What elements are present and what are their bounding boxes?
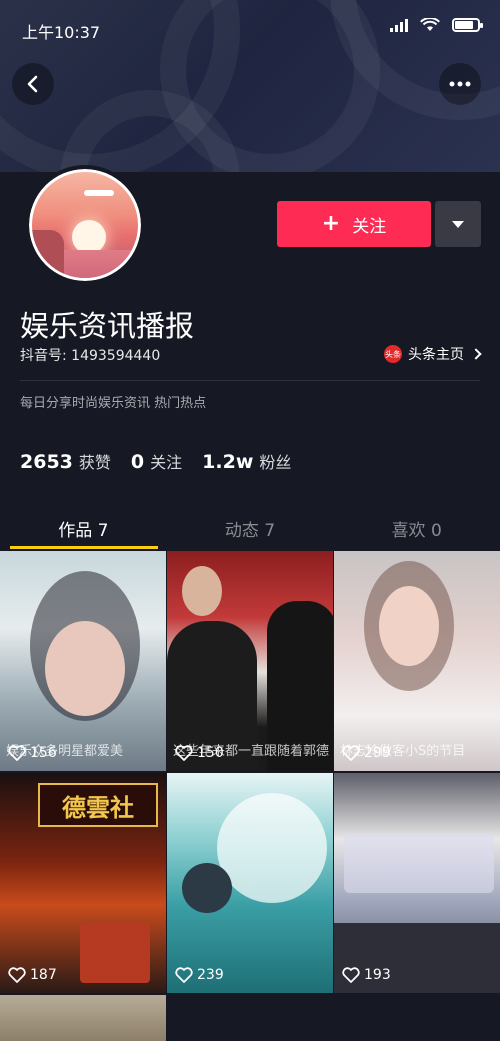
follow-label: 关注 bbox=[352, 216, 387, 237]
tab-activity[interactable]: 动态 7 bbox=[167, 506, 334, 550]
avatar[interactable] bbox=[25, 165, 145, 285]
likes-count: 150 bbox=[197, 745, 224, 761]
profile-bio: 每日分享时尚娱乐资讯 热门热点 bbox=[20, 396, 207, 411]
follow-button[interactable]: + 关注 bbox=[277, 201, 431, 247]
video-likes: 187 bbox=[8, 967, 57, 983]
stat-number: 1.2w bbox=[202, 451, 254, 473]
heart-outline-icon bbox=[8, 967, 26, 983]
stat-label: 获赞 bbox=[78, 453, 111, 472]
stat-following[interactable]: 0 关注 bbox=[131, 449, 182, 473]
more-button[interactable] bbox=[439, 63, 481, 105]
douyin-id: 抖音号: 1493594440 bbox=[20, 348, 161, 364]
likes-count: 187 bbox=[30, 967, 57, 983]
profile-stats: 2653 获赞 0 关注 1.2w 粉丝 bbox=[20, 449, 291, 473]
profile-nickname: 娱乐资讯播报 bbox=[20, 309, 195, 343]
status-bar: 上午10:37 bbox=[0, 0, 500, 58]
video-thumbnail[interactable]: 娱乐众多明星都爱美 156 bbox=[0, 551, 166, 771]
chevron-right-icon bbox=[470, 348, 482, 360]
triangle-down-icon bbox=[452, 220, 464, 228]
status-icons bbox=[390, 18, 483, 32]
video-thumbnail[interactable]: 这些年来都一直跟随着郭德 150 bbox=[167, 551, 333, 771]
likes-count: 239 bbox=[197, 967, 224, 983]
deyunshe-sign: 德雲社 bbox=[38, 783, 158, 827]
tab-works[interactable]: 作品 7 bbox=[0, 506, 167, 550]
video-thumbnail[interactable] bbox=[0, 995, 166, 1041]
stat-label: 关注 bbox=[150, 453, 183, 472]
stat-likes[interactable]: 2653 获赞 bbox=[20, 449, 111, 473]
video-likes: 156 bbox=[8, 745, 57, 761]
heart-outline-icon bbox=[342, 967, 360, 983]
signal-icon bbox=[390, 18, 408, 32]
recommend-dropdown-button[interactable] bbox=[435, 201, 481, 247]
status-time: 上午10:37 bbox=[22, 23, 101, 42]
likes-count: 193 bbox=[364, 967, 391, 983]
video-thumbnail[interactable]: 林志玲做客小S的节目 299 bbox=[334, 551, 500, 771]
stat-number: 0 bbox=[130, 451, 145, 473]
profile-tabs: 作品 7 动态 7 喜欢 0 bbox=[0, 506, 500, 550]
tab-indicator bbox=[10, 546, 158, 549]
heart-outline-icon bbox=[342, 745, 360, 761]
video-likes: 299 bbox=[342, 745, 391, 761]
more-dots-icon bbox=[449, 81, 471, 87]
likes-count: 299 bbox=[364, 745, 391, 761]
back-button[interactable] bbox=[12, 63, 54, 105]
toutiao-homepage-link[interactable]: 头条 头条主页 bbox=[384, 344, 482, 364]
wifi-icon bbox=[420, 18, 440, 31]
stat-followers[interactable]: 1.2w 粉丝 bbox=[202, 449, 291, 473]
stat-number: 2653 bbox=[20, 451, 73, 473]
stat-label: 粉丝 bbox=[259, 453, 292, 472]
heart-outline-icon bbox=[8, 745, 26, 761]
heart-outline-icon bbox=[175, 967, 193, 983]
video-likes: 239 bbox=[175, 967, 224, 983]
video-thumbnail[interactable]: 德雲社 187 bbox=[0, 773, 166, 993]
chevron-left-icon bbox=[27, 75, 38, 93]
heart-outline-icon bbox=[175, 745, 193, 761]
video-thumbnail[interactable]: 193 bbox=[334, 773, 500, 993]
plus-icon: + bbox=[321, 211, 341, 236]
toutiao-logo-icon: 头条 bbox=[384, 345, 402, 363]
divider bbox=[20, 380, 480, 381]
battery-icon bbox=[452, 18, 483, 32]
video-likes: 150 bbox=[175, 745, 224, 761]
video-likes: 193 bbox=[342, 967, 391, 983]
tab-likes[interactable]: 喜欢 0 bbox=[333, 506, 500, 550]
toutiao-label: 头条主页 bbox=[408, 347, 464, 363]
likes-count: 156 bbox=[30, 745, 57, 761]
video-thumbnail[interactable]: 239 bbox=[167, 773, 333, 993]
